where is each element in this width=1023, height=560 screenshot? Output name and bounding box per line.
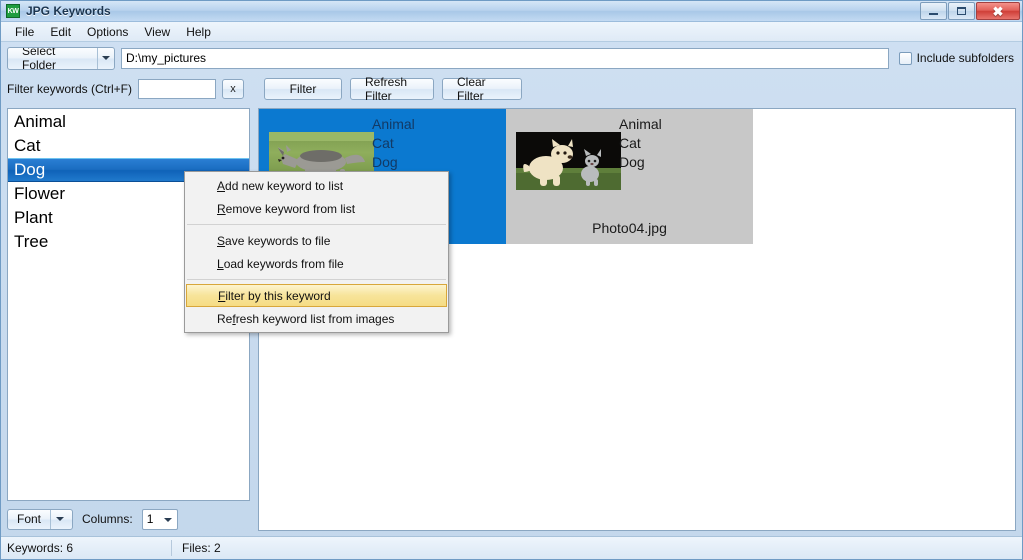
- thumbnail-keyword: Cat: [619, 135, 641, 151]
- menu-file[interactable]: File: [7, 23, 42, 41]
- include-subfolders-control[interactable]: Include subfolders: [898, 51, 1014, 65]
- menu-options[interactable]: Options: [79, 23, 136, 41]
- mnemonic: R: [217, 201, 226, 216]
- close-icon: ✖: [992, 3, 1004, 19]
- select-folder-dropdown[interactable]: [98, 48, 114, 69]
- main-content: Animal Cat Dog Flower Plant Tree Font Co…: [1, 108, 1022, 535]
- thumbnail-item[interactable]: Animal Cat Dog Photo04.jpg: [506, 109, 753, 244]
- chevron-down-icon: [55, 517, 64, 521]
- columns-select[interactable]: 1: [141, 508, 178, 530]
- context-menu-item-filter-by-keyword[interactable]: Filter by this keyword: [186, 284, 447, 307]
- context-menu-item-prefix: Re: [217, 311, 233, 326]
- context-menu-separator: [187, 224, 446, 225]
- keyword-item-cat[interactable]: Cat: [8, 134, 249, 158]
- filter-toolbar: Filter keywords (Ctrl+F) x Filter Refres…: [1, 74, 1022, 104]
- menu-edit[interactable]: Edit: [42, 23, 79, 41]
- thumbnail-keywords: Animal Cat Dog: [372, 115, 415, 172]
- status-files-count: Files: 2: [182, 541, 221, 555]
- close-button[interactable]: ✖: [976, 2, 1020, 20]
- keyword-context-menu: Add new keyword to list Remove keyword f…: [184, 171, 449, 333]
- chevron-down-icon: [101, 56, 110, 60]
- mnemonic: L: [217, 256, 224, 271]
- window-title: JPG Keywords: [26, 4, 111, 18]
- context-menu-item-load-keywords[interactable]: Load keywords from file: [185, 252, 448, 275]
- context-menu-item-label: dd new keyword to list: [225, 178, 344, 193]
- list-footer-controls: Font Columns: 1: [7, 501, 250, 531]
- context-menu-item-label: oad keywords from file: [223, 256, 344, 271]
- window-controls: ✖: [920, 2, 1020, 20]
- filter-button[interactable]: Filter: [264, 78, 342, 100]
- columns-value: 1: [146, 512, 154, 526]
- mnemonic: S: [217, 233, 226, 248]
- context-menu-item-save-keywords[interactable]: Save keywords to file: [185, 229, 448, 252]
- status-keywords-count: Keywords: 6: [7, 541, 74, 555]
- thumbnail-keyword: Animal: [619, 116, 662, 132]
- clear-keyword-filter-button[interactable]: x: [222, 79, 245, 99]
- thumbnail-filename: Photo04.jpg: [592, 220, 667, 236]
- context-menu-item-label: emove keyword from list: [225, 201, 356, 216]
- thumbnail-keyword: Animal: [372, 116, 415, 132]
- context-menu-item-label: ave keywords to file: [225, 233, 331, 248]
- puppy-and-kitten-photo: [516, 132, 621, 190]
- font-button[interactable]: Font: [7, 508, 73, 530]
- context-menu-item-remove-keyword[interactable]: Remove keyword from list: [185, 197, 448, 220]
- maximize-icon: [957, 7, 966, 15]
- thumbnail-image: [516, 132, 621, 190]
- mnemonic: A: [217, 178, 226, 193]
- folder-path-input[interactable]: [121, 47, 889, 69]
- context-menu-item-label: resh keyword list from images: [235, 311, 395, 326]
- keyword-item-animal[interactable]: Animal: [8, 110, 249, 134]
- keyword-filter-group: Filter keywords (Ctrl+F) x: [7, 79, 256, 99]
- minimize-icon: [929, 13, 938, 15]
- app-window: KW JPG Keywords ✖ File Edit Options View…: [0, 0, 1023, 560]
- font-button-label: Font: [8, 509, 52, 529]
- clear-filter-button[interactable]: Clear Filter: [442, 75, 522, 103]
- refresh-filter-button[interactable]: Refresh Filter: [350, 75, 434, 103]
- maximize-button[interactable]: [948, 2, 975, 20]
- columns-label: Columns:: [82, 512, 133, 526]
- font-dropdown[interactable]: [51, 510, 68, 529]
- context-menu-item-add-keyword[interactable]: Add new keyword to list: [185, 174, 448, 197]
- thumbnail-keyword: Dog: [619, 154, 645, 170]
- context-menu-item-label: ilter by this keyword: [225, 288, 331, 303]
- thumbnail-keywords: Animal Cat Dog: [619, 115, 662, 172]
- chevron-down-icon: [163, 517, 172, 522]
- include-subfolders-label: Include subfolders: [916, 51, 1014, 65]
- menu-bar: File Edit Options View Help: [1, 22, 1022, 42]
- context-menu-separator: [187, 279, 446, 280]
- thumbnail-keyword: Dog: [372, 154, 398, 170]
- title-bar: KW JPG Keywords ✖: [1, 1, 1022, 22]
- select-folder-label: Select Folder: [8, 47, 98, 69]
- keyword-filter-input[interactable]: [138, 79, 217, 99]
- menu-view[interactable]: View: [136, 23, 178, 41]
- status-divider: [171, 540, 172, 556]
- select-folder-button[interactable]: Select Folder: [7, 46, 115, 70]
- keyword-filter-label: Filter keywords (Ctrl+F): [7, 82, 133, 96]
- app-icon: KW: [6, 4, 20, 18]
- status-bar: Keywords: 6 Files: 2: [1, 536, 1022, 559]
- mnemonic: F: [218, 288, 226, 303]
- filter-buttons-group: Filter Refresh Filter Clear Filter: [264, 75, 522, 103]
- minimize-button[interactable]: [920, 2, 947, 20]
- context-menu-item-refresh-keywords[interactable]: Re f resh keyword list from images: [185, 307, 448, 330]
- menu-help[interactable]: Help: [178, 23, 219, 41]
- include-subfolders-checkbox[interactable]: [898, 51, 912, 65]
- thumbnail-keyword: Cat: [372, 135, 394, 151]
- folder-toolbar: Select Folder Include subfolders: [1, 42, 1022, 74]
